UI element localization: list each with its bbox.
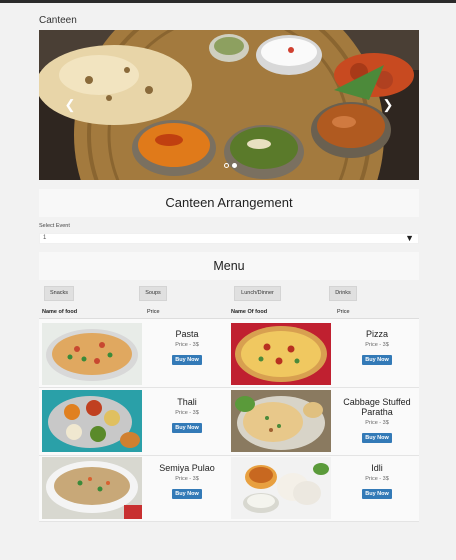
idli-image xyxy=(231,457,331,519)
pulao-image xyxy=(42,457,142,519)
food-name: Thali xyxy=(177,397,197,407)
column-header-price-left: Price xyxy=(147,309,160,315)
food-price: Price - 3$ xyxy=(365,476,389,482)
hero-carousel[interactable]: ❮ ❯ xyxy=(39,30,419,180)
category-drinks-button[interactable]: Drinks xyxy=(329,286,357,301)
event-select-value: 1 xyxy=(43,235,47,241)
food-info: Idli Price - 3$ Buy Now xyxy=(336,463,418,500)
food-price: Price - 3$ xyxy=(175,342,199,348)
buy-now-button[interactable]: Buy Now xyxy=(172,355,202,365)
carousel-next-icon[interactable]: ❯ xyxy=(381,96,395,114)
food-name: Pasta xyxy=(175,329,199,339)
food-info: Thali Price - 3$ Buy Now xyxy=(146,397,228,434)
carousel-image xyxy=(39,30,419,180)
arrangement-heading: Canteen Arrangement xyxy=(39,189,419,217)
top-bar xyxy=(0,0,456,3)
table-row: Semiya Pulao Price - 3$ Buy Now Idli Pri… xyxy=(39,456,419,522)
carousel-dot-2[interactable] xyxy=(232,163,237,168)
table-row: Thali Price - 3$ Buy Now Cabbage Stuffed… xyxy=(39,388,419,456)
pizza-image xyxy=(231,323,331,385)
buy-now-button[interactable]: Buy Now xyxy=(362,355,392,365)
thali-image xyxy=(42,390,142,452)
carousel-indicators xyxy=(224,163,237,168)
select-event-label: Select Event xyxy=(39,223,70,229)
category-snacks-button[interactable]: Snacks xyxy=(44,286,74,301)
table-row: Pasta Price - 3$ Buy Now Pizza Price - 3… xyxy=(39,320,419,388)
pasta-image xyxy=(42,323,142,385)
buy-now-button[interactable]: Buy Now xyxy=(362,433,392,443)
food-name: Semiya Pulao xyxy=(159,463,215,473)
food-info: Semiya Pulao Price - 3$ Buy Now xyxy=(146,463,228,500)
column-header-name-left: Name of food xyxy=(42,309,78,315)
category-soups-button[interactable]: Soups xyxy=(139,286,167,301)
food-price: Price - 3$ xyxy=(175,476,199,482)
column-header-price-right: Price xyxy=(337,309,350,315)
buy-now-button[interactable]: Buy Now xyxy=(362,489,392,499)
food-table: Pasta Price - 3$ Buy Now Pizza Price - 3… xyxy=(39,318,419,522)
food-info: Pizza Price - 3$ Buy Now xyxy=(336,329,418,366)
menu-heading: Menu xyxy=(39,252,419,280)
buy-now-button[interactable]: Buy Now xyxy=(172,423,202,433)
paratha-image xyxy=(231,390,331,452)
dropdown-caret-icon: ▼ xyxy=(405,233,414,243)
event-select[interactable]: 1 ▼ xyxy=(39,233,419,244)
buy-now-button[interactable]: Buy Now xyxy=(172,489,202,499)
carousel-prev-icon[interactable]: ❮ xyxy=(63,96,77,114)
food-price: Price - 3$ xyxy=(365,342,389,348)
food-info: Pasta Price - 3$ Buy Now xyxy=(146,329,228,366)
app-title[interactable]: Canteen xyxy=(39,15,77,26)
category-lunch-dinner-button[interactable]: Lunch/Dinner xyxy=(234,286,281,301)
carousel-dot-1[interactable] xyxy=(224,163,229,168)
food-name: Pizza xyxy=(365,329,388,339)
food-name: Cabbage Stuffed Paratha xyxy=(343,397,411,417)
food-price: Price - 3$ xyxy=(365,420,389,426)
column-header-name-right: Name Of food xyxy=(231,309,268,315)
food-name: Idli xyxy=(371,463,383,473)
food-info: Cabbage Stuffed Paratha Price - 3$ Buy N… xyxy=(336,397,418,444)
food-price: Price - 3$ xyxy=(175,410,199,416)
